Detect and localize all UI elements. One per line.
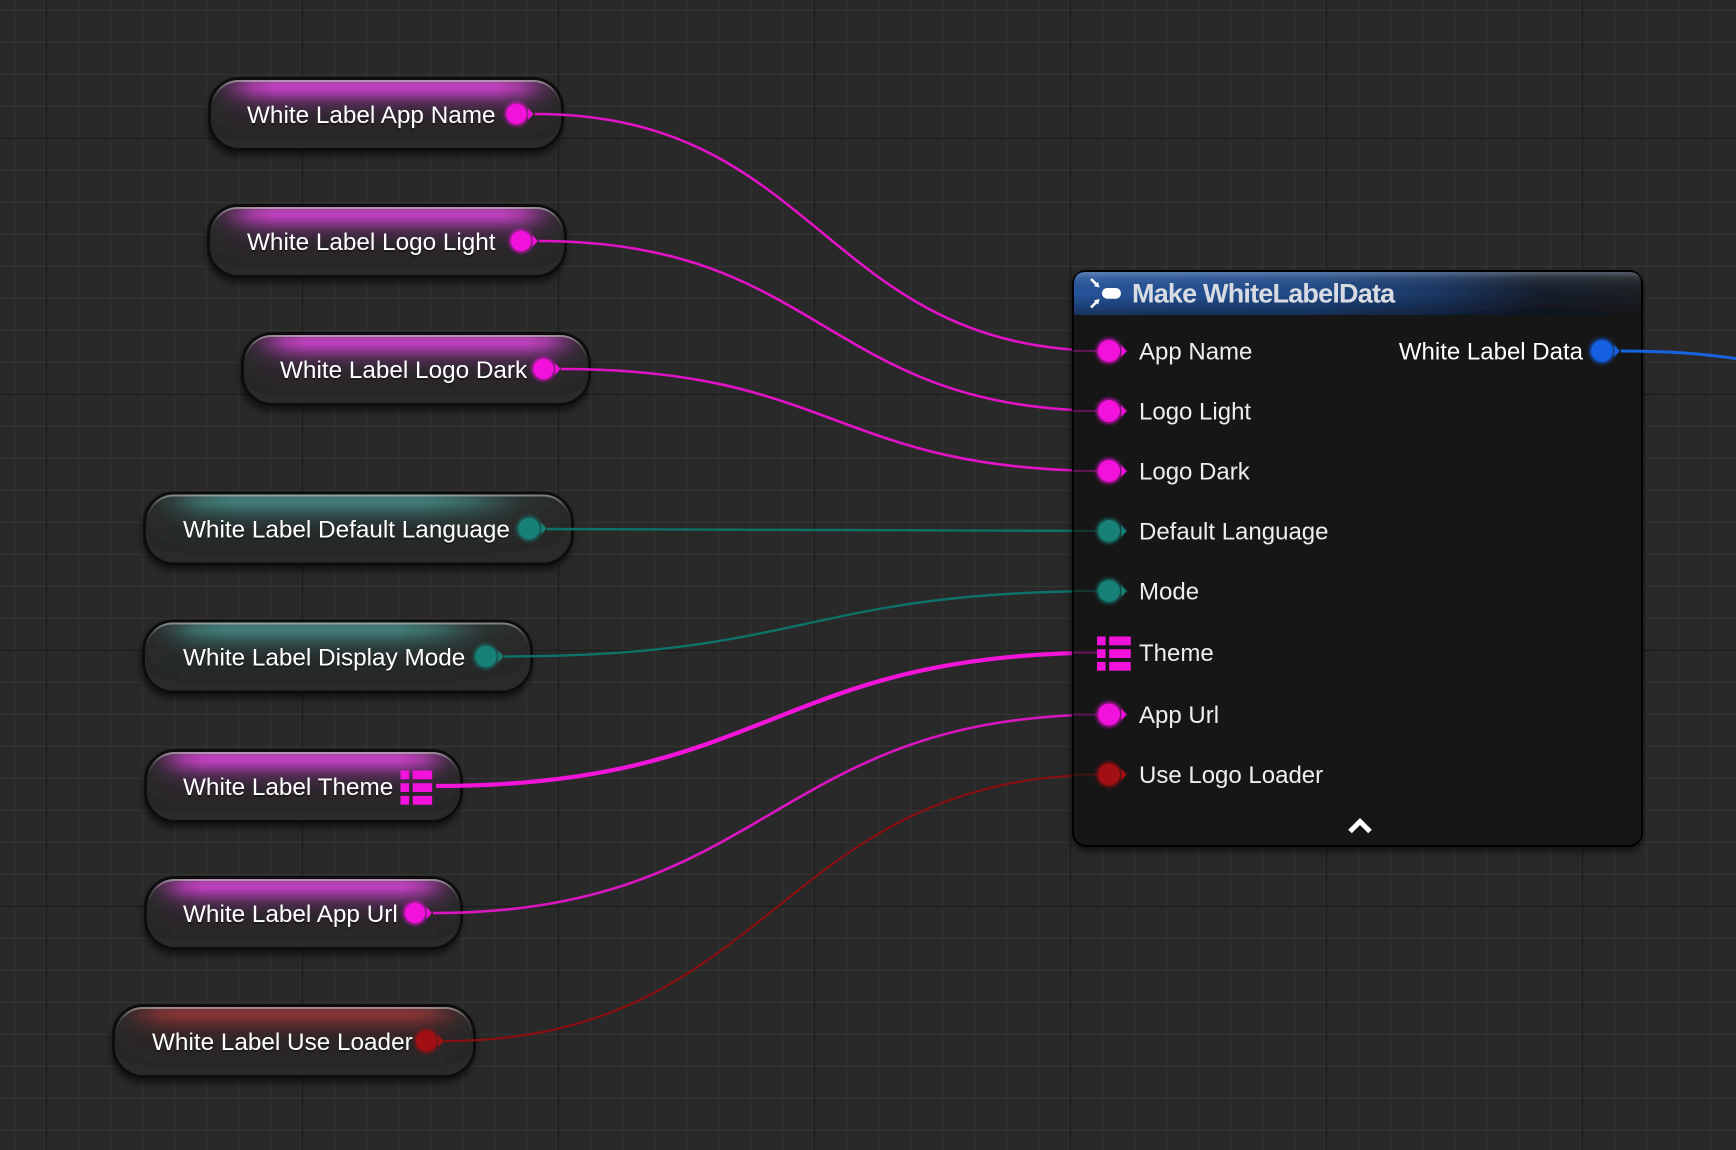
svg-text:White Label Theme: White Label Theme bbox=[183, 774, 393, 801]
svg-text:White Label Logo Dark: White Label Logo Dark bbox=[280, 357, 528, 384]
svg-text:Theme: Theme bbox=[1139, 640, 1214, 667]
svg-text:White Label App Url: White Label App Url bbox=[183, 901, 398, 928]
svg-text:White Label Display Mode: White Label Display Mode bbox=[183, 645, 465, 672]
svg-text:White Label Logo Light: White Label Logo Light bbox=[247, 229, 496, 256]
svg-text:Use Logo Loader: Use Logo Loader bbox=[1139, 762, 1323, 789]
svg-text:Logo Dark: Logo Dark bbox=[1139, 459, 1251, 486]
svg-text:Make WhiteLabelData: Make WhiteLabelData bbox=[1132, 279, 1396, 309]
svg-text:White Label Data: White Label Data bbox=[1399, 339, 1584, 366]
svg-text:Default Language: Default Language bbox=[1139, 519, 1329, 546]
svg-text:White Label Default Language: White Label Default Language bbox=[183, 517, 510, 544]
svg-text:White Label Use Loader: White Label Use Loader bbox=[152, 1029, 413, 1056]
svg-text:App Url: App Url bbox=[1139, 702, 1219, 729]
svg-text:White Label App Name: White Label App Name bbox=[247, 102, 496, 129]
svg-text:Mode: Mode bbox=[1139, 579, 1199, 606]
svg-text:App Name: App Name bbox=[1139, 339, 1252, 366]
svg-text:Logo Light: Logo Light bbox=[1139, 399, 1251, 426]
